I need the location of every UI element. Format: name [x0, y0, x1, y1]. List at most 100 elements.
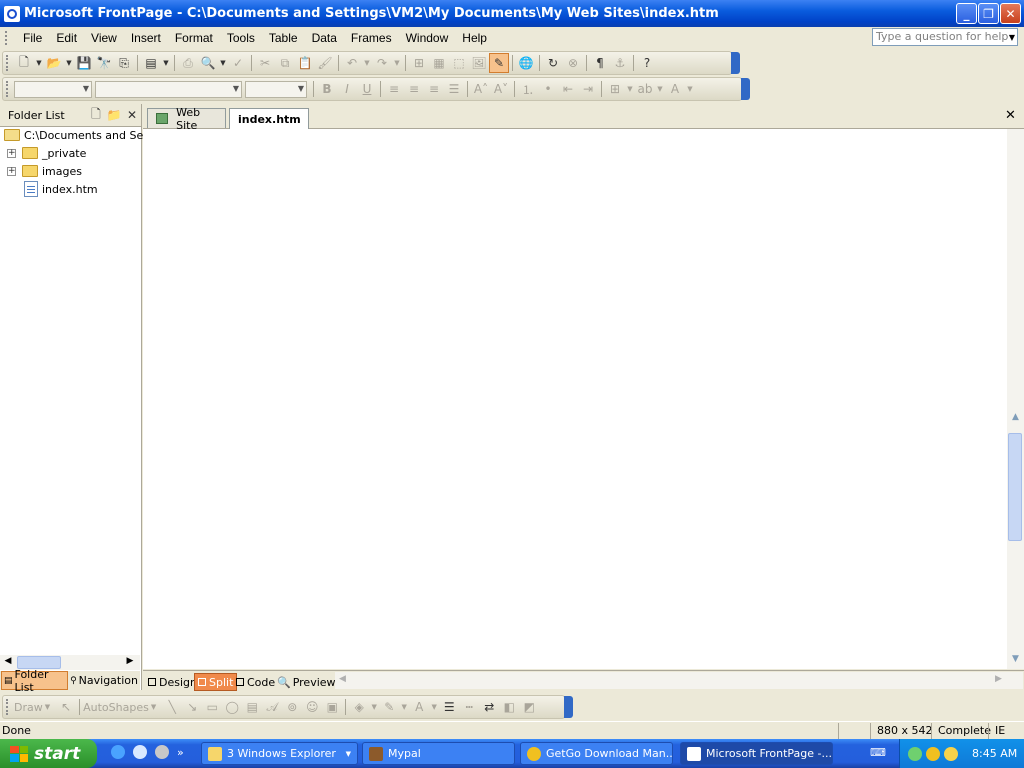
bullets-icon[interactable]: •	[538, 79, 558, 99]
tab-navigation[interactable]: ⚲ Navigation	[68, 672, 140, 689]
volume-icon[interactable]	[944, 746, 958, 761]
format-painter-icon[interactable]: 🖌	[315, 53, 335, 73]
drawing-icon[interactable]: ✎	[489, 53, 509, 73]
line-style-icon[interactable]: ☰	[439, 697, 459, 717]
web-component-icon[interactable]: ⊞	[409, 53, 429, 73]
chevron-down-icon[interactable]: ▼	[34, 53, 44, 73]
style-dropdown[interactable]: ▼	[14, 80, 92, 98]
cut-icon[interactable]: ✂	[255, 53, 275, 73]
browser-icon[interactable]	[133, 745, 147, 759]
copy-icon[interactable]: ⧉	[275, 53, 295, 73]
menu-edit[interactable]: Edit	[49, 31, 84, 45]
align-right-icon[interactable]: ≡	[424, 79, 444, 99]
tab-design[interactable]: Design	[145, 673, 200, 691]
network-icon[interactable]	[908, 746, 922, 761]
arrow-style-icon[interactable]: ⇄	[479, 697, 499, 717]
tab-split[interactable]: Split	[194, 673, 238, 691]
diagram-icon[interactable]: ⊚	[282, 697, 302, 717]
menu-data[interactable]: Data	[305, 31, 344, 45]
menu-format[interactable]: Format	[168, 31, 220, 45]
toolbar-options-button[interactable]	[564, 696, 573, 718]
line-icon[interactable]: ╲	[162, 697, 182, 717]
toolbar-grip[interactable]	[6, 699, 10, 715]
internet-explorer-icon[interactable]	[111, 745, 125, 759]
numbering-icon[interactable]: ⒈	[518, 79, 538, 99]
select-objects-icon[interactable]: ↖	[56, 697, 76, 717]
italic-icon[interactable]: I	[337, 79, 357, 99]
help-question-box[interactable]: Type a question for help ▼	[872, 28, 1018, 46]
picture-icon[interactable]: ▣	[322, 697, 342, 717]
restore-button[interactable]: ❐	[978, 3, 999, 24]
redo-icon[interactable]: ↷	[372, 53, 392, 73]
underline-icon[interactable]: U	[357, 79, 377, 99]
text-box-icon[interactable]: ▤	[242, 697, 262, 717]
rectangle-icon[interactable]: ▭	[202, 697, 222, 717]
task-getgo[interactable]: GetGo Download Man...	[520, 742, 673, 765]
scroll-right-icon[interactable]: ▶	[995, 674, 1002, 684]
editor-canvas[interactable]	[143, 129, 1007, 669]
status-page-size[interactable]: 880 x 542	[870, 723, 935, 739]
font-color-icon[interactable]: A	[665, 79, 685, 99]
fill-color-icon[interactable]: ◈	[349, 697, 369, 717]
tree-item-images[interactable]: + images	[0, 162, 82, 180]
task-mypal[interactable]: Mypal	[362, 742, 515, 765]
preview-icon[interactable]: 🔍	[198, 53, 218, 73]
new-folder-icon[interactable]: 📁	[105, 105, 123, 125]
line-color-icon[interactable]: ✎	[379, 697, 399, 717]
toolbar-options-button[interactable]	[731, 52, 740, 74]
menu-insert[interactable]: Insert	[124, 31, 168, 45]
borders-icon[interactable]: ⊞	[605, 79, 625, 99]
justify-icon[interactable]: ☰	[444, 79, 464, 99]
publish-icon[interactable]: ⎘	[114, 53, 134, 73]
chevron-down-icon[interactable]: ▼	[625, 79, 635, 99]
task-frontpage[interactable]: Microsoft FrontPage -...	[680, 742, 833, 765]
font-size-dropdown[interactable]: ▼	[245, 80, 307, 98]
task-windows-explorer[interactable]: 3 Windows Explorer ▼	[201, 742, 358, 765]
close-icon[interactable]: ✕	[123, 105, 141, 125]
highlight-icon[interactable]: ab	[635, 79, 655, 99]
show-all-icon[interactable]: ¶	[590, 53, 610, 73]
chevron-down-icon[interactable]: ▼	[1009, 30, 1015, 46]
media-player-icon[interactable]	[155, 745, 169, 759]
chevron-down-icon[interactable]: ▼	[64, 53, 74, 73]
new-page-icon[interactable]: 🗋	[14, 53, 34, 73]
print-icon[interactable]: ⎙	[178, 53, 198, 73]
editor-vscroll[interactable]: ▲ ▼	[1007, 129, 1024, 669]
oval-icon[interactable]: ◯	[222, 697, 242, 717]
align-left-icon[interactable]: ≡	[384, 79, 404, 99]
decrease-indent-icon[interactable]: ⇤	[558, 79, 578, 99]
font-dropdown[interactable]: ▼	[95, 80, 242, 98]
search-icon[interactable]: 🔭	[94, 53, 114, 73]
stop-icon[interactable]: ⊗	[563, 53, 583, 73]
tab-web-site[interactable]: Web Site	[147, 106, 226, 132]
keyboard-icon[interactable]: ⌨	[870, 746, 886, 760]
menu-help[interactable]: Help	[455, 31, 494, 45]
quick-launch-chevron[interactable]: »	[177, 746, 184, 759]
scroll-down-icon[interactable]: ▼	[1009, 654, 1022, 667]
chevron-down-icon[interactable]: ▼	[362, 53, 372, 73]
toggle-pane-icon[interactable]: ▤	[141, 53, 161, 73]
menu-frames[interactable]: Frames	[344, 31, 399, 45]
chevron-down-icon[interactable]: ▼	[655, 79, 665, 99]
expand-icon[interactable]: +	[7, 166, 16, 176]
save-icon[interactable]: 💾	[74, 53, 94, 73]
increase-font-icon[interactable]: A˄	[471, 79, 491, 99]
toolbar-grip[interactable]	[6, 55, 10, 71]
draw-menu[interactable]: Draw	[14, 701, 43, 714]
chevron-down-icon[interactable]: ▼	[685, 79, 695, 99]
insert-layer-icon[interactable]: ⬚	[449, 53, 469, 73]
align-center-icon[interactable]: ≡	[404, 79, 424, 99]
menu-grip[interactable]	[5, 31, 10, 45]
frontpage-app-icon[interactable]	[4, 5, 20, 22]
chevron-down-icon[interactable]: ▼	[218, 53, 228, 73]
refresh-icon[interactable]: ↻	[543, 53, 563, 73]
increase-indent-icon[interactable]: ⇥	[578, 79, 598, 99]
new-page-icon[interactable]: 🗋	[87, 105, 105, 125]
insert-picture-icon[interactable]: 🖼	[469, 53, 489, 73]
arrow-icon[interactable]: ↘	[182, 697, 202, 717]
tree-root[interactable]: C:\Documents and Setti	[4, 126, 155, 144]
scroll-up-icon[interactable]: ▲	[1009, 412, 1022, 425]
expand-icon[interactable]: +	[7, 148, 16, 158]
chevron-down-icon[interactable]: ▼	[151, 703, 156, 711]
menu-file[interactable]: File	[16, 31, 49, 45]
